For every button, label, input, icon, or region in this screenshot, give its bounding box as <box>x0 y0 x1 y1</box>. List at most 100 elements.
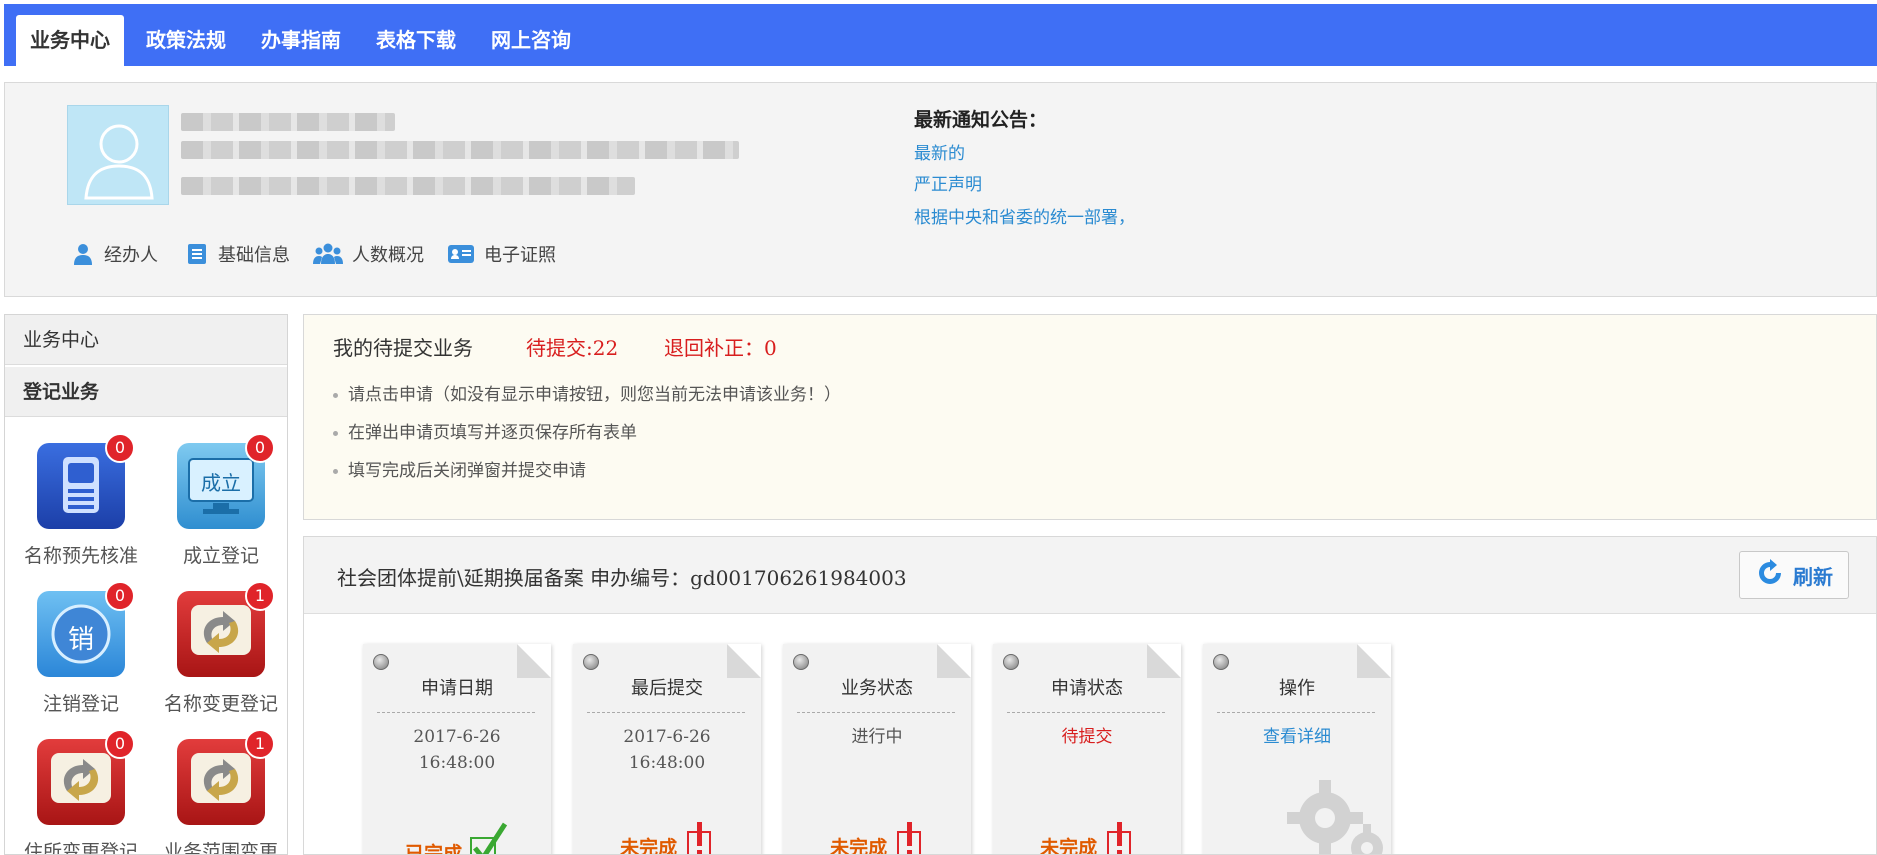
record-header: 社会团体提前\延期换届备案 申办编号：gd001706261984003 刷新 <box>304 537 1876 614</box>
card-header: 申请日期 <box>421 678 493 699</box>
group-icon <box>313 242 343 266</box>
establish-icon-text: 成立 <box>201 471 241 495</box>
refresh-button[interactable]: 刷新 <box>1739 551 1849 599</box>
card-value: 待提交 <box>1061 727 1113 747</box>
biz-label: 注销登记 <box>42 693 119 715</box>
status-label: 未完成 <box>830 837 888 855</box>
tab-business-center[interactable]: 业务中心 <box>16 15 124 66</box>
change-arrows-icon: 0 <box>37 729 135 825</box>
person-icon <box>71 242 95 266</box>
pending-count: 待提交:22 <box>526 336 619 360</box>
biz-cancel[interactable]: 销 0 注销登记 <box>16 581 146 716</box>
tab-online-consult[interactable]: 网上咨询 <box>485 15 577 66</box>
card-value: 2017-6-26 16:48:00 <box>573 724 761 776</box>
card-header: 最后提交 <box>631 678 703 699</box>
divider <box>1217 712 1375 713</box>
status-card-application-status: 申请状态 待提交 未完成 <box>993 644 1181 855</box>
biz-address-change[interactable]: 0 住所变更登记 <box>16 729 146 855</box>
biz-label: 成立登记 <box>182 545 259 567</box>
biz-scope-change[interactable]: 1 业务范围变更 <box>156 729 286 855</box>
tab-form-download[interactable]: 表格下载 <box>370 15 462 66</box>
org-detail-redacted <box>181 141 739 159</box>
change-arrows-icon: 1 <box>177 729 275 825</box>
notice-item[interactable]: 最新的 <box>914 139 965 164</box>
card-value: 进行中 <box>851 727 903 747</box>
pending-business-panel: 我的待提交业务 待提交:22 退回补正：0 请点击申请（如没有显示申请按钮，则您… <box>303 314 1877 520</box>
biz-label: 名称预先核准 <box>23 545 138 567</box>
card-value-line: 16:48:00 <box>628 753 706 773</box>
pin-icon <box>1003 654 1019 670</box>
pin-icon <box>1213 654 1229 670</box>
card-status: 未完成 <box>783 820 971 855</box>
instruction-tip: 请点击申请（如没有显示申请按钮，则您当前无法申请该业务！） <box>333 380 841 405</box>
gear-icon <box>1281 762 1391 854</box>
tab-guide[interactable]: 办事指南 <box>255 15 347 66</box>
avatar <box>67 105 169 205</box>
instruction-tip: 在弹出申请页填写并逐页保存所有表单 <box>333 418 637 443</box>
agent-label: 经办人 <box>104 245 158 266</box>
biz-name-preapproval[interactable]: 0 名称预先核准 <box>16 433 146 568</box>
org-name-redacted <box>181 113 395 131</box>
card-status: 未完成 <box>573 820 761 855</box>
cancel-icon-text: 销 <box>67 625 94 655</box>
view-details-link[interactable]: 查看详细 <box>1203 724 1391 750</box>
e-license-link[interactable]: 电子证照 <box>447 240 556 268</box>
count-badge: 1 <box>245 581 275 611</box>
record-title: 社会团体提前\延期换届备案 申办编号：gd001706261984003 <box>337 566 907 590</box>
divider <box>1007 712 1165 713</box>
card-value-line: 16:48:00 <box>418 753 496 773</box>
notice-title: 最新通知公告： <box>914 109 1048 131</box>
card-header: 业务状态 <box>841 678 913 699</box>
card-value-line: 2017-6-26 <box>413 727 501 747</box>
basic-info-link[interactable]: 基础信息 <box>185 240 290 268</box>
count-badge: 0 <box>105 729 135 759</box>
biz-label: 住所变更登记 <box>23 841 138 855</box>
divider <box>797 712 955 713</box>
notice-item[interactable]: 严正声明 <box>914 170 982 195</box>
exclamation-icon <box>1104 822 1134 854</box>
status-card-last-submit: 最后提交 2017-6-26 16:48:00 未完成 <box>573 644 761 855</box>
notice-item[interactable]: 根据中央和省委的统一部署， <box>914 203 1135 228</box>
cancel-icon: 销 0 <box>37 581 135 677</box>
biz-label: 业务范围变更 <box>163 841 278 855</box>
count-badge: 0 <box>245 433 275 463</box>
id-card-icon <box>447 242 475 266</box>
status-card-apply-date: 申请日期 2017-6-26 16:48:00 已完成 <box>363 644 551 855</box>
tab-policies[interactable]: 政策法规 <box>140 15 232 66</box>
basic-info-label: 基础信息 <box>218 245 290 266</box>
org-address-redacted <box>181 177 635 195</box>
count-badge: 0 <box>105 433 135 463</box>
establish-monitor-icon: 成立 0 <box>177 433 275 529</box>
top-navigation: 业务中心 政策法规 办事指南 表格下载 网上咨询 <box>4 4 1877 66</box>
card-status: 已完成 <box>363 820 551 855</box>
sidebar: 业务中心 登记业务 0 名称预先核准 成立 0 成立登记 销 0 注销登记 1 … <box>4 314 288 855</box>
status-card-business-status: 业务状态 进行中 未完成 <box>783 644 971 855</box>
card-header: 操作 <box>1279 678 1315 699</box>
exclamation-icon <box>684 822 714 854</box>
e-license-label: 电子证照 <box>484 245 556 266</box>
count-badge: 0 <box>105 581 135 611</box>
sidebar-section-registration[interactable]: 登记业务 <box>5 367 287 417</box>
change-arrows-icon: 1 <box>177 581 275 677</box>
agent-link[interactable]: 经办人 <box>71 240 158 268</box>
card-value-line: 2017-6-26 <box>623 727 711 747</box>
headcount-label: 人数概况 <box>352 245 424 266</box>
refresh-label: 刷新 <box>1793 564 1833 589</box>
divider <box>377 712 535 713</box>
checkmark-icon <box>469 822 509 854</box>
status-label: 未完成 <box>620 837 678 855</box>
status-label: 已完成 <box>405 843 463 855</box>
card-status: 未完成 <box>993 820 1181 855</box>
phone-icon: 0 <box>37 433 135 529</box>
card-header: 申请状态 <box>1051 678 1123 699</box>
headcount-link[interactable]: 人数概况 <box>313 240 424 268</box>
status-label: 未完成 <box>1040 837 1098 855</box>
pin-icon <box>373 654 389 670</box>
biz-name-change[interactable]: 1 名称变更登记 <box>156 581 286 716</box>
sidebar-header[interactable]: 业务中心 <box>5 315 287 365</box>
document-icon <box>185 242 209 266</box>
status-card-operation: 操作 查看详细 <box>1203 644 1391 854</box>
profile-panel: 经办人 基础信息 人数概况 电子证照 最新通知公告： 最新的 严正声明 根据中央… <box>4 82 1877 297</box>
biz-establish[interactable]: 成立 0 成立登记 <box>156 433 286 568</box>
instruction-tip: 填写完成后关闭弹窗并提交申请 <box>333 456 586 481</box>
